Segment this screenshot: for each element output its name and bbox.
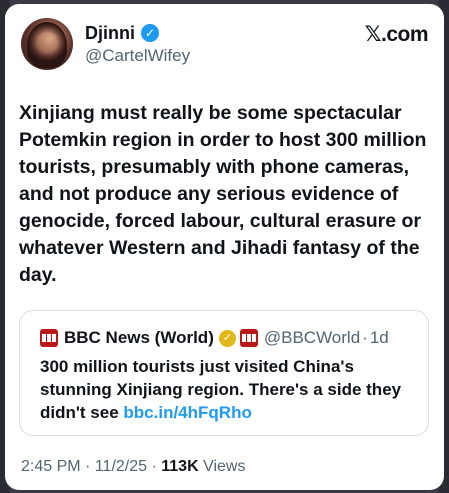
quoted-timestamp[interactable]: 1d <box>370 328 389 348</box>
bbc-logo-icon <box>40 329 58 347</box>
tweet-card[interactable]: Djinni ✓ @CartelWifey 𝕏.com Xinjiang mus… <box>5 4 444 490</box>
views-label: Views <box>203 458 246 475</box>
author-name-row: Djinni ✓ <box>85 22 159 44</box>
author-display-name[interactable]: Djinni <box>85 23 135 44</box>
dot-separator: · <box>151 458 157 475</box>
x-logo: 𝕏.com <box>364 23 429 46</box>
tweet-text: Xinjiang must really be some spectacular… <box>19 102 427 286</box>
author-handle[interactable]: @CartelWifey <box>85 46 190 66</box>
quoted-link[interactable]: bbc.in/4hFqRho <box>123 403 251 422</box>
avatar[interactable] <box>21 18 73 70</box>
dot-separator: · <box>85 458 91 475</box>
quoted-tweet-header: BBC News (World) ✓ @BBCWorld · 1d <box>40 327 389 349</box>
verified-badge-icon: ✓ <box>141 24 159 42</box>
dot-separator: · <box>362 328 368 347</box>
views-count: 113K <box>161 458 199 475</box>
bbc-logo-icon <box>239 329 258 347</box>
avatar-image <box>27 22 67 68</box>
tweet-time[interactable]: 2:45 PM <box>21 458 81 475</box>
quoted-display-name[interactable]: BBC News (World) <box>64 328 214 348</box>
quoted-tweet[interactable]: BBC News (World) ✓ @BBCWorld · 1d 300 mi… <box>19 310 429 436</box>
quoted-handle[interactable]: @BBCWorld <box>264 328 360 348</box>
tweet-date[interactable]: 11/2/25 <box>95 458 147 475</box>
quoted-tweet-text: 300 million tourists just visited China'… <box>40 355 420 424</box>
gold-verified-badge-icon: ✓ <box>218 329 236 347</box>
tweet-meta: 2:45 PM · 11/2/25 · 113K Views <box>21 458 245 476</box>
